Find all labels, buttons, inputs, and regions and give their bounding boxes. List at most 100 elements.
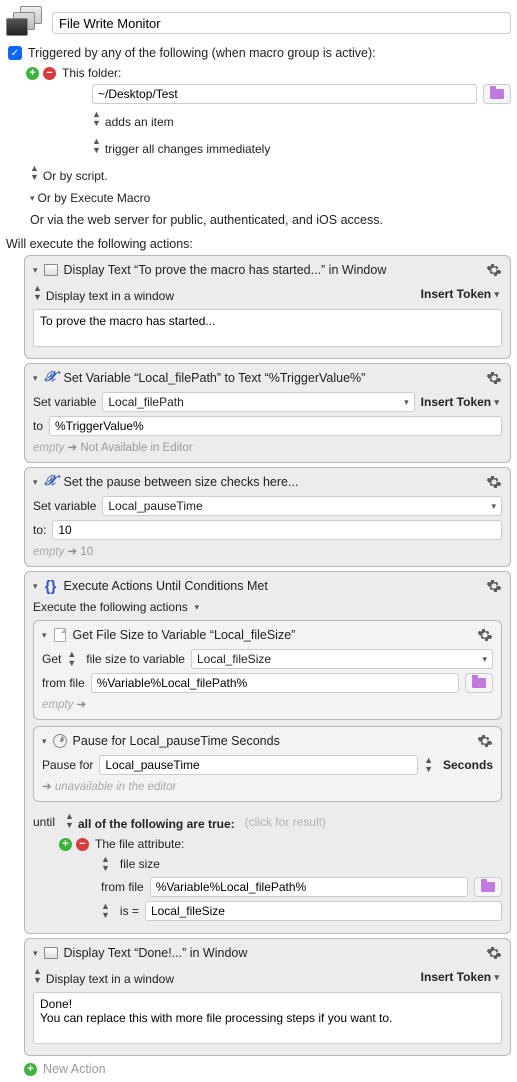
- choose-folder-button[interactable]: [483, 84, 511, 104]
- display-mode[interactable]: Display text in a window: [46, 289, 174, 303]
- folder-path-input[interactable]: [92, 84, 477, 104]
- macro-icon: [6, 6, 46, 40]
- remove-icon[interactable]: −: [76, 838, 89, 851]
- insert-token-button[interactable]: Insert Token ▾: [421, 970, 502, 984]
- disclosure-icon[interactable]: ▾: [33, 373, 38, 384]
- trigger-changes-select[interactable]: trigger all changes immediately: [105, 142, 270, 156]
- condition-path-input[interactable]: [150, 877, 468, 897]
- disclosure-icon[interactable]: ▾: [33, 948, 38, 959]
- stepper-icon[interactable]: ▲▼: [92, 137, 101, 155]
- display-text-area[interactable]: To prove the macro has started...: [33, 309, 502, 347]
- gear-icon[interactable]: [477, 733, 493, 749]
- add-icon[interactable]: +: [59, 838, 72, 851]
- display-mode[interactable]: Display text in a window: [46, 972, 174, 986]
- gear-icon[interactable]: [486, 474, 502, 490]
- add-icon[interactable]: +: [26, 67, 39, 80]
- folder-icon: [481, 882, 495, 892]
- disclosure-icon[interactable]: ▾: [42, 630, 47, 641]
- action-title: Display Text “Done!...” in Window: [64, 946, 481, 960]
- action-pause[interactable]: ▾ Pause for Local_pauseTime Seconds Paus…: [33, 726, 502, 802]
- choose-file-button[interactable]: [474, 877, 502, 897]
- variable-name-select[interactable]: Local_pauseTime▾: [102, 496, 502, 516]
- macro-title-input[interactable]: [52, 12, 511, 34]
- disclosure-icon[interactable]: ▾: [33, 581, 38, 592]
- click-for-result[interactable]: (click for result): [245, 815, 326, 829]
- action-title: Pause for Local_pauseTime Seconds: [73, 734, 472, 748]
- via-web-server: Or via the web server for public, authen…: [30, 213, 511, 227]
- to-label: to: [33, 419, 43, 433]
- from-file-label: from file: [42, 676, 85, 690]
- window-icon: [43, 263, 59, 277]
- window-icon: [43, 946, 59, 960]
- action-display-text-1[interactable]: ▾ Display Text “To prove the macro has s…: [24, 255, 511, 359]
- gear-icon[interactable]: [486, 578, 502, 594]
- stepper-icon[interactable]: ▲▼: [33, 967, 42, 985]
- chevron-down-icon[interactable]: ▾: [194, 602, 199, 613]
- condition-value-input[interactable]: [145, 901, 502, 921]
- disclosure-icon[interactable]: ▾: [42, 736, 47, 747]
- action-title: Display Text “To prove the macro has sta…: [64, 263, 481, 277]
- empty-label: empty: [33, 442, 64, 454]
- variable-name-select[interactable]: Local_fileSize▾: [191, 649, 493, 669]
- gear-icon[interactable]: [477, 627, 493, 643]
- set-variable-label: Set variable: [33, 395, 96, 409]
- add-remove-trigger[interactable]: + −: [26, 67, 56, 80]
- action-execute-until[interactable]: ▾ {} Execute Actions Until Conditions Me…: [24, 571, 511, 934]
- add-remove-condition[interactable]: + −: [59, 838, 89, 851]
- enabled-checkbox[interactable]: ✓: [8, 46, 22, 60]
- action-title: Set the pause between size checks here..…: [64, 475, 481, 489]
- all-true-select[interactable]: all of the following are true:: [78, 817, 235, 831]
- file-attribute-label: The file attribute:: [95, 837, 184, 851]
- remove-icon[interactable]: −: [43, 67, 56, 80]
- until-label: until: [33, 815, 55, 829]
- folder-icon: [490, 89, 504, 99]
- action-title: Set Variable “Local_filePath” to Text “%…: [64, 371, 481, 385]
- stepper-icon[interactable]: ▲▼: [67, 650, 76, 668]
- result-na: Not Available in Editor: [80, 442, 192, 454]
- stepper-icon[interactable]: ▲▼: [30, 164, 39, 182]
- action-set-variable-pausetime[interactable]: ▾ 𝒳 Set the pause between size checks he…: [24, 467, 511, 567]
- choose-file-button[interactable]: [465, 673, 493, 693]
- display-text-area[interactable]: Done! You can replace this with more fil…: [33, 992, 502, 1044]
- stepper-icon[interactable]: ▲▼: [424, 756, 433, 774]
- variable-icon: 𝒳: [43, 371, 59, 385]
- variable-value-input[interactable]: [52, 520, 502, 540]
- empty-label: empty: [42, 699, 73, 711]
- variable-name-select[interactable]: Local_filePath▾: [102, 392, 414, 412]
- variable-value-input[interactable]: [49, 416, 502, 436]
- action-get-file-size[interactable]: ▾ Get File Size to Variable “Local_fileS…: [33, 620, 502, 720]
- stepper-icon[interactable]: ▲▼: [101, 855, 110, 873]
- disclosure-icon[interactable]: ▾: [33, 265, 38, 276]
- action-display-text-done[interactable]: ▾ Display Text “Done!...” in Window ▲▼ Di…: [24, 938, 511, 1056]
- adds-item-select[interactable]: adds an item: [105, 115, 174, 129]
- stepper-icon[interactable]: ▲▼: [92, 110, 101, 128]
- is-equal-select[interactable]: is =: [120, 904, 139, 918]
- new-action-button[interactable]: + New Action: [24, 1062, 511, 1076]
- loop-icon: {}: [43, 579, 59, 593]
- seconds-label[interactable]: Seconds: [443, 758, 493, 772]
- insert-token-button[interactable]: Insert Token ▾: [421, 395, 502, 409]
- to-label: to:: [33, 523, 46, 537]
- file-size-label[interactable]: file size to variable: [86, 652, 185, 666]
- stepper-icon[interactable]: ▲▼: [101, 902, 110, 920]
- stepper-icon[interactable]: ▲▼: [65, 812, 74, 830]
- pause-value-input[interactable]: [99, 755, 418, 775]
- pause-for-label: Pause for: [42, 758, 93, 772]
- trigger-label: Triggered by any of the following (when …: [28, 46, 376, 60]
- disclosure-icon[interactable]: ▾: [33, 477, 38, 488]
- gear-icon[interactable]: [486, 370, 502, 386]
- stepper-icon[interactable]: ▲▼: [33, 284, 42, 302]
- insert-token-button[interactable]: Insert Token ▾: [421, 287, 502, 301]
- chevron-down-icon[interactable]: ▾: [30, 193, 35, 204]
- set-variable-label: Set variable: [33, 499, 96, 513]
- empty-label: empty: [33, 546, 64, 558]
- gear-icon[interactable]: [486, 945, 502, 961]
- gear-icon[interactable]: [486, 262, 502, 278]
- execute-following-label: Execute the following actions: [33, 600, 188, 614]
- file-path-input[interactable]: [91, 673, 459, 693]
- file-size-select[interactable]: file size: [120, 857, 160, 871]
- folder-icon: [472, 678, 486, 688]
- action-set-variable-filepath[interactable]: ▾ 𝒳 Set Variable “Local_filePath” to Tex…: [24, 363, 511, 463]
- unavailable-label: unavailable in the editor: [55, 781, 176, 793]
- add-icon: +: [24, 1063, 37, 1076]
